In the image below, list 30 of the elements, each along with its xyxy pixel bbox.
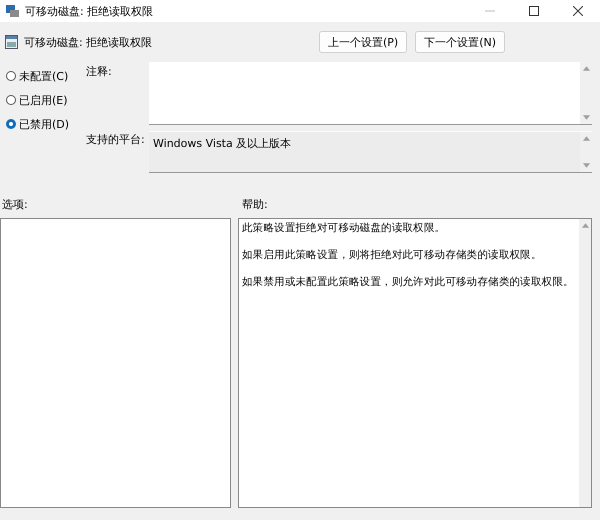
scroll-down-icon[interactable] bbox=[582, 115, 590, 120]
options-label: 选项: bbox=[2, 198, 28, 210]
policy-icon bbox=[5, 35, 18, 49]
radio-option[interactable]: 未配置(C) bbox=[6, 67, 86, 85]
scrollbar[interactable] bbox=[579, 219, 591, 507]
radio-icon[interactable] bbox=[6, 95, 16, 105]
radio-icon[interactable] bbox=[6, 71, 16, 81]
nav-button[interactable]: 下一个设置(N) bbox=[415, 31, 505, 53]
nav-button[interactable]: 上一个设置(P) bbox=[318, 31, 408, 53]
help-paragraph: 如果启用此策略设置，则将拒绝对此可移动存储类的读取权限。 bbox=[242, 248, 543, 262]
help-label: 帮助: bbox=[242, 196, 268, 212]
radio-icon[interactable] bbox=[6, 119, 16, 129]
platform-value: Windows Vista 及以上版本 bbox=[152, 136, 292, 152]
platform-label: 支持的平台: bbox=[86, 132, 146, 147]
scroll-up-icon[interactable] bbox=[581, 223, 589, 228]
maximize-icon[interactable] bbox=[529, 6, 539, 16]
window-title: 可移动磁盘: 拒绝读取权限 bbox=[25, 4, 154, 18]
help-paragraph: 如果禁用或未配置此策略设置，则允许对此可移动存储类的读取权限。 bbox=[242, 275, 575, 289]
close-icon[interactable] bbox=[573, 6, 583, 16]
comment-field[interactable] bbox=[149, 62, 592, 125]
scroll-up-icon[interactable] bbox=[582, 136, 590, 141]
scrollbar[interactable] bbox=[580, 132, 592, 172]
radio-option[interactable]: 已启用(E) bbox=[6, 91, 86, 109]
comment-label: 注释: bbox=[86, 64, 113, 80]
radio-option[interactable]: 已禁用(D) bbox=[6, 115, 86, 133]
app-icon bbox=[6, 5, 19, 17]
scroll-down-icon[interactable] bbox=[582, 163, 590, 168]
policy-title: 可移动磁盘: 拒绝读取权限 bbox=[24, 34, 152, 50]
scroll-up-icon[interactable] bbox=[582, 66, 590, 71]
help-paragraph: 此策略设置拒绝对可移动磁盘的读取权限。 bbox=[242, 221, 446, 235]
